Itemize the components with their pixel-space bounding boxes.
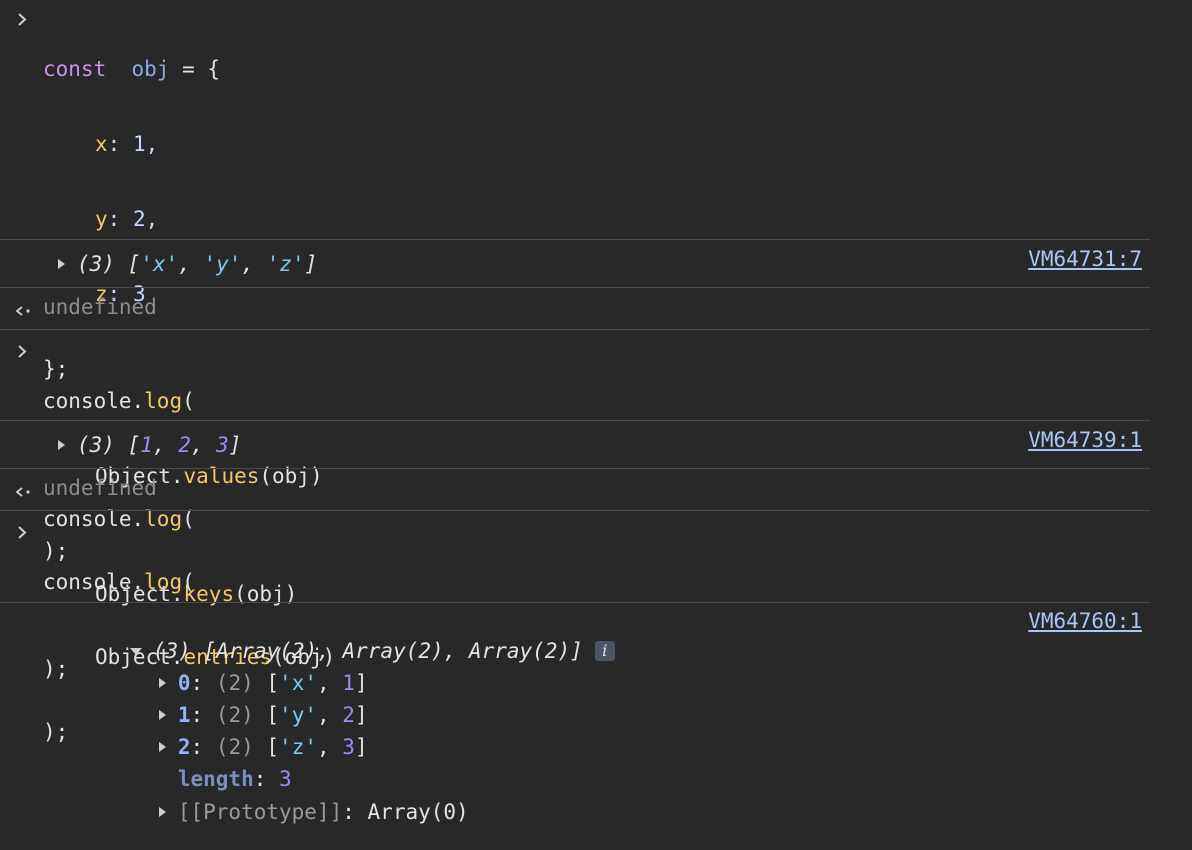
expand-triangle-icon[interactable]: [55, 252, 69, 277]
prompt-chevron-icon: [15, 339, 35, 364]
code-text: ,: [152, 433, 179, 457]
divider: [0, 420, 1150, 421]
string-value: 'y': [203, 252, 242, 276]
prompt-chevron-icon: [15, 520, 35, 545]
divider: [0, 468, 1150, 469]
return-arrow-icon: [15, 476, 35, 501]
source-link[interactable]: VM64731:7: [1028, 247, 1142, 272]
keyword-const: const: [43, 57, 119, 81]
code-text: ]: [354, 735, 368, 759]
string-value: 'x': [140, 252, 179, 276]
console-result-1: undefined: [0, 295, 1150, 320]
prototype-key: [[Prototype]]: [177, 800, 343, 824]
property-y: y: [95, 207, 108, 231]
devtools-console: const obj = { x: 1, y: 2, z: 3 }; consol…: [0, 0, 1192, 824]
console-result-2: undefined: [0, 476, 1150, 501]
code-text: : 1,: [107, 132, 159, 156]
code-text: ]: [228, 433, 242, 457]
string-value: 'z': [266, 252, 305, 276]
code-text: ,: [178, 252, 204, 276]
code-text: (: [182, 570, 195, 594]
code-text: ,: [190, 433, 217, 457]
prototype-value: Array(0): [367, 800, 469, 824]
divider: [0, 602, 1150, 603]
return-arrow-icon: [15, 295, 35, 320]
array-count: (3): [77, 252, 115, 276]
property-x: x: [95, 132, 108, 156]
code-text: ]: [304, 252, 318, 276]
code-text: [: [114, 433, 141, 457]
method-log: log: [144, 389, 183, 413]
code-text: console.: [43, 389, 145, 413]
number-value: 2: [178, 433, 191, 457]
source-link[interactable]: VM64760:1: [1028, 609, 1142, 634]
code-text: ,: [316, 735, 343, 759]
divider: [0, 287, 1150, 288]
number-value: 3: [342, 735, 355, 759]
code-text: [: [114, 252, 141, 276]
divider: [0, 510, 1150, 511]
code-text: :: [342, 800, 368, 824]
number-value: 1: [140, 433, 153, 457]
prompt-chevron-icon: [15, 7, 35, 32]
console-output-2: (3) [1, 2, 3] VM64739:1: [0, 428, 1192, 458]
source-link[interactable]: VM64739:1: [1028, 428, 1142, 453]
undefined-value: undefined: [43, 295, 157, 319]
code-text: );: [43, 720, 69, 744]
code-text: = {: [169, 57, 221, 81]
code-text: ,: [241, 252, 267, 276]
divider: [0, 239, 1150, 240]
method-log: log: [144, 570, 183, 594]
tree-item-prototype[interactable]: [[Prototype]]: Array(0): [80, 775, 469, 850]
console-output-1: (3) ['x', 'y', 'z'] VM64731:7: [0, 247, 1192, 277]
variable-obj: obj: [118, 57, 170, 81]
divider: [0, 329, 1150, 330]
undefined-value: undefined: [43, 476, 157, 500]
code-text: console.: [43, 570, 145, 594]
array-count: (3): [77, 433, 115, 457]
code-text: (: [182, 389, 195, 413]
expand-triangle-icon[interactable]: [156, 800, 170, 825]
expand-triangle-icon[interactable]: [55, 433, 69, 458]
number-value: 3: [216, 433, 229, 457]
code-text: : 2,: [107, 207, 159, 231]
info-icon[interactable]: i: [594, 641, 615, 661]
